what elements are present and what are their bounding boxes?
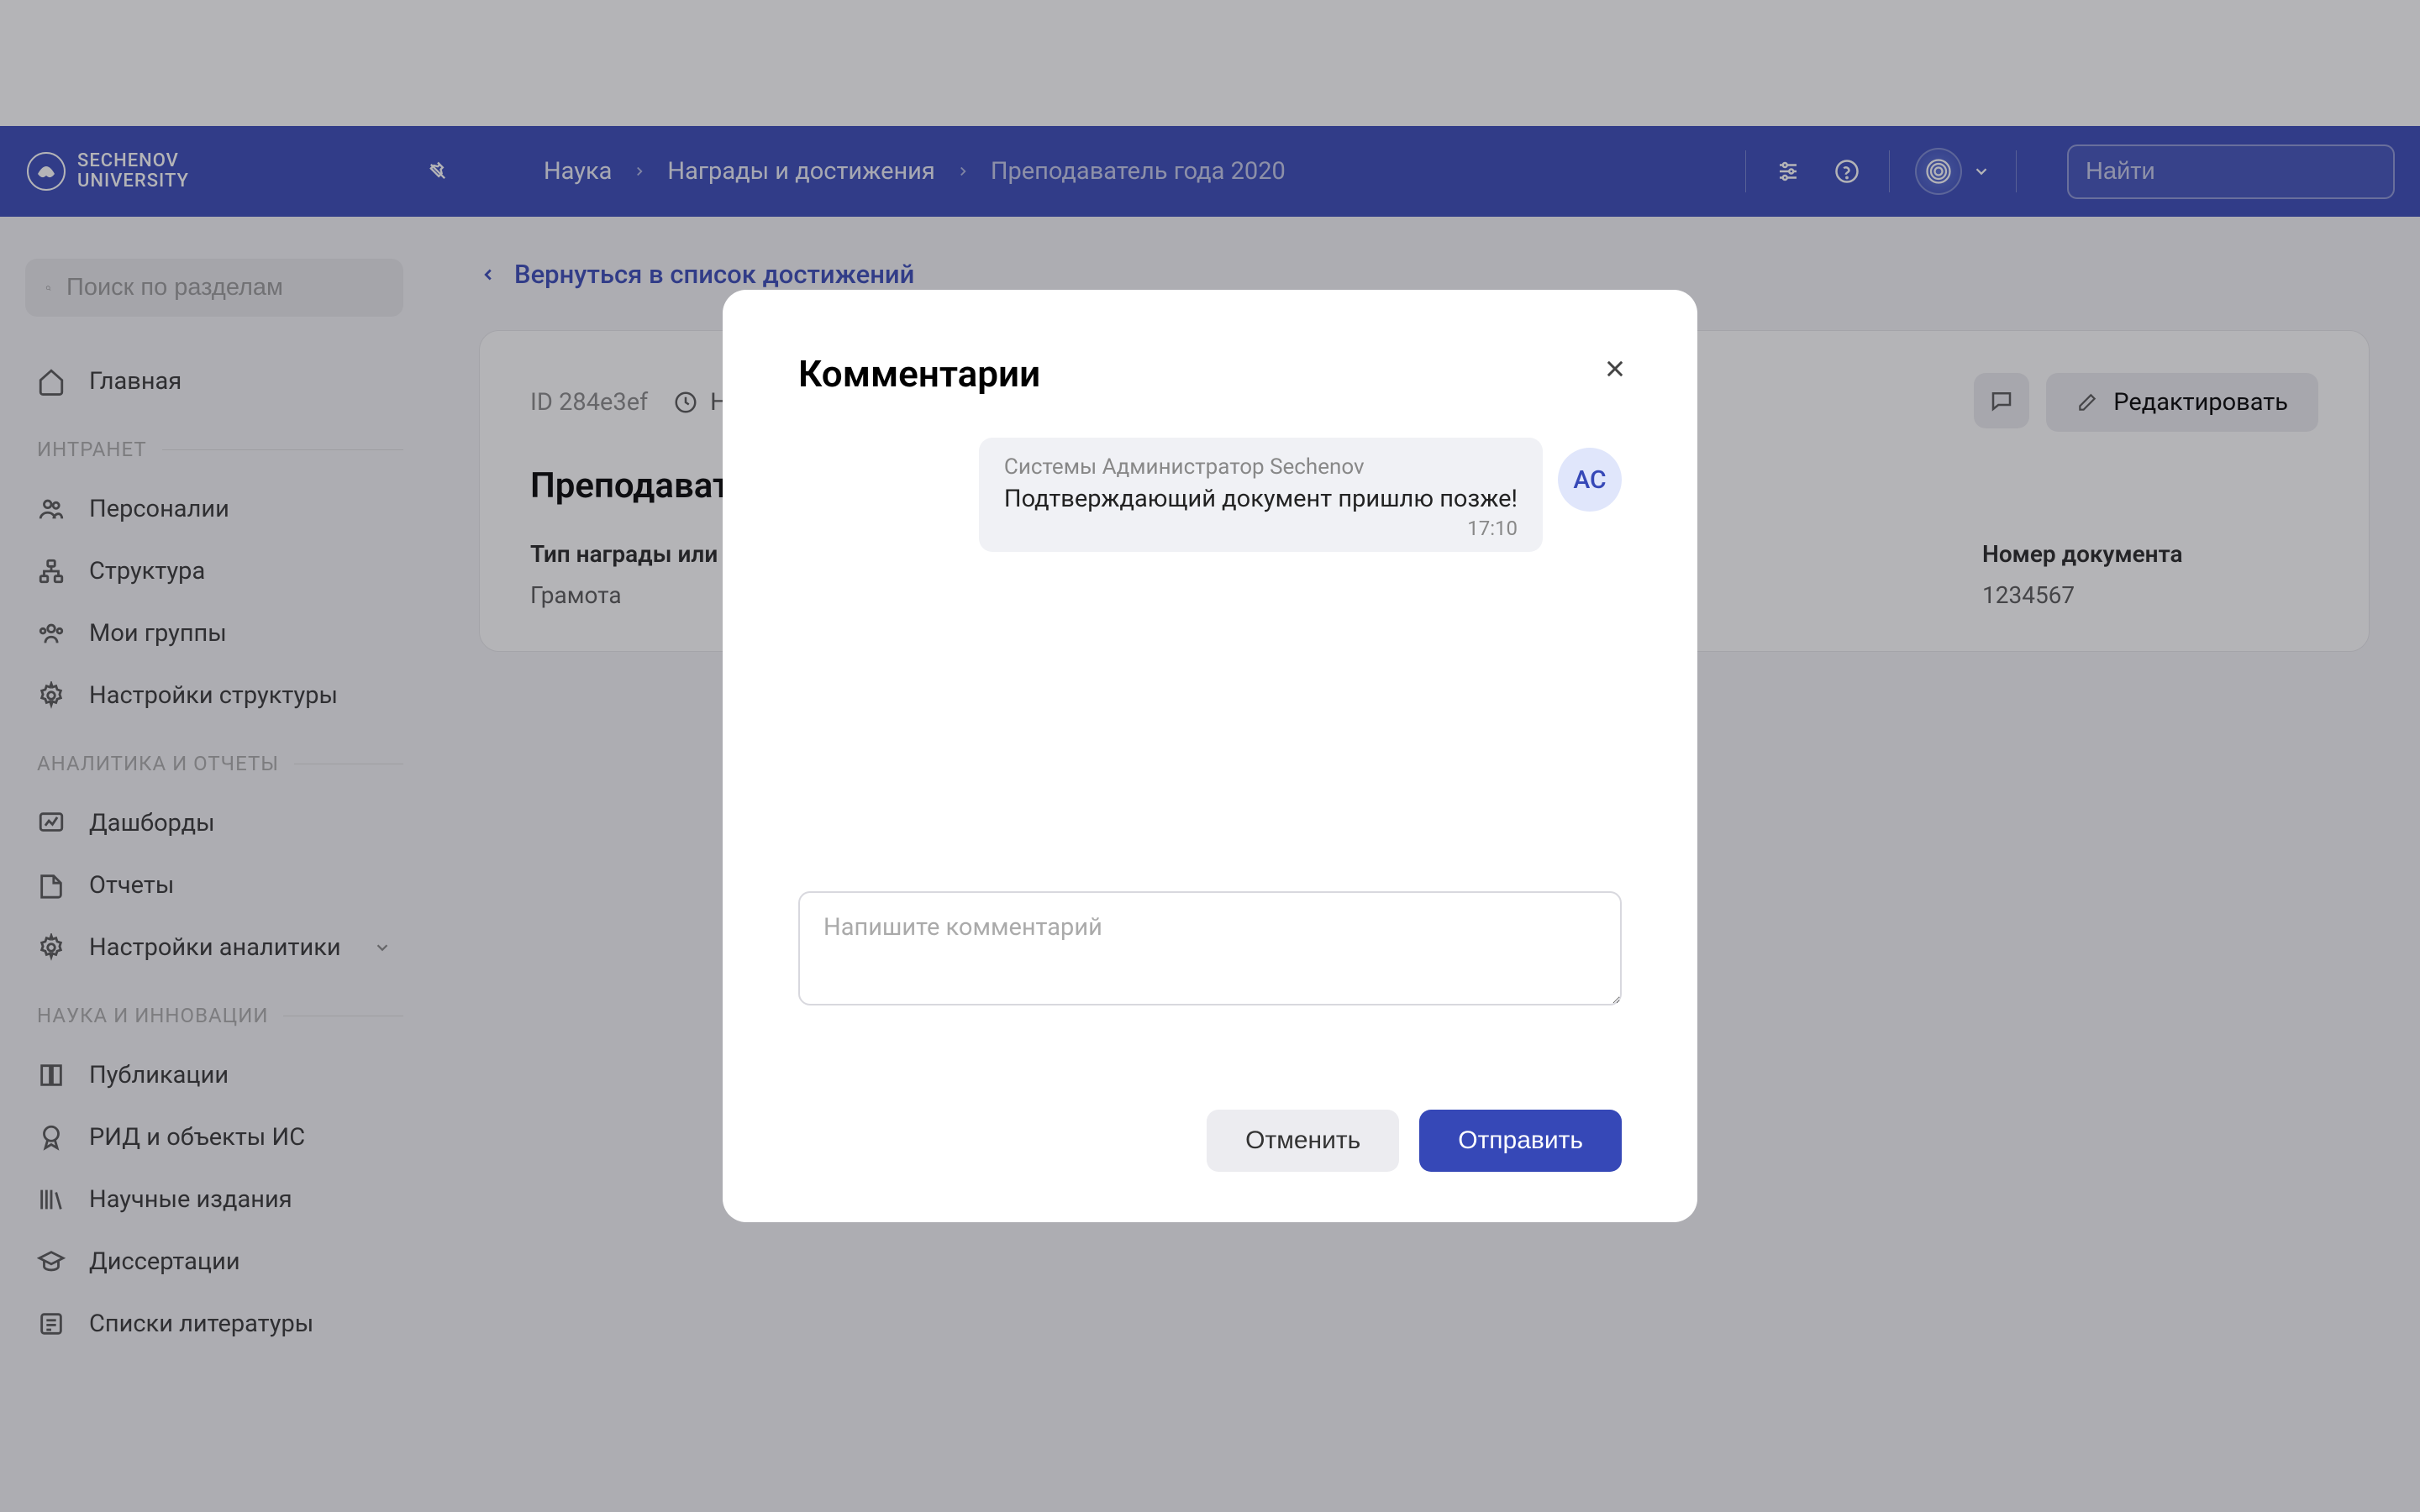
modal-title: Комментарии	[798, 352, 1622, 396]
modal-overlay[interactable]: Комментарии Системы Администратор Sechen…	[0, 0, 2420, 1512]
close-icon	[1603, 357, 1627, 381]
comment-input[interactable]	[798, 891, 1622, 1005]
comment-author: Системы Администратор Sechenov	[1004, 454, 1518, 480]
comments-list: Системы Администратор Sechenov Подтвержд…	[798, 438, 1622, 874]
send-button[interactable]: Отправить	[1419, 1110, 1622, 1172]
comment-bubble: Системы Администратор Sechenov Подтвержд…	[979, 438, 1543, 552]
comment-time: 17:10	[1004, 517, 1518, 540]
modal-close-button[interactable]	[1598, 352, 1632, 386]
cancel-button[interactable]: Отменить	[1207, 1110, 1399, 1172]
comment-item: Системы Администратор Sechenov Подтвержд…	[798, 438, 1622, 552]
comment-avatar: АС	[1558, 448, 1622, 512]
comments-modal: Комментарии Системы Администратор Sechen…	[723, 290, 1697, 1222]
comment-text: Подтверждающий документ пришлю позже!	[1004, 485, 1518, 513]
